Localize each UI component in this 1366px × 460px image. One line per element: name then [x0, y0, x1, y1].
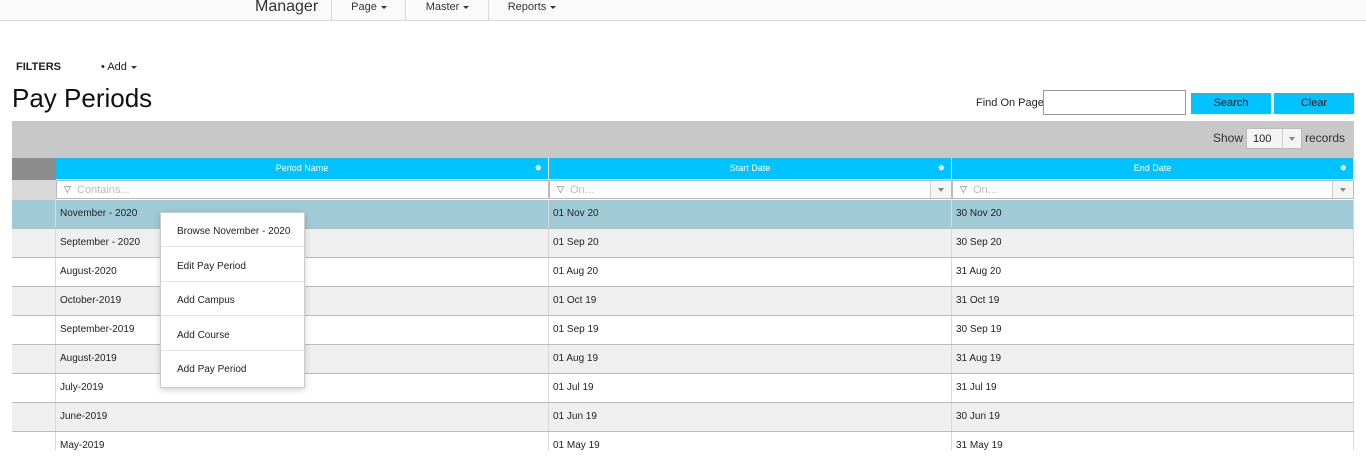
context-menu-item-edit-pay-period[interactable]: Edit Pay Period	[161, 248, 304, 282]
row-context-menu: Browse November - 2020 Edit Pay Period A…	[160, 212, 305, 388]
cell-end-date: 30 Sep 19	[952, 316, 1354, 344]
filter-dropdown-button[interactable]	[930, 181, 951, 198]
cell-end-date: 31 Aug 20	[952, 258, 1354, 286]
grid-toolbar	[12, 121, 1354, 158]
row-gutter[interactable]	[12, 316, 56, 344]
add-filter-label: Add	[107, 61, 127, 73]
page-size-select[interactable]: 100	[1246, 128, 1302, 149]
filter-input-period-name[interactable]: ▽ Contains...	[56, 180, 549, 199]
filter-placeholder: On...	[570, 184, 594, 196]
bullet-icon: •	[101, 61, 105, 73]
nav-menu-reports[interactable]: Reports	[488, 0, 575, 20]
context-menu-item-add-course[interactable]: Add Course	[161, 317, 304, 351]
row-gutter[interactable]	[12, 432, 56, 450]
find-on-page-label: Find On Page	[976, 97, 1044, 109]
row-gutter[interactable]	[12, 287, 56, 315]
column-header-label: Start Date	[729, 163, 771, 173]
caret-down-icon	[463, 5, 470, 9]
filter-icon: ▽	[960, 184, 967, 194]
cell-start-date: 01 Aug 19	[549, 345, 952, 373]
context-menu-item-label: Edit Pay Period	[177, 261, 246, 272]
filter-input-start-date[interactable]: ▽ On...	[549, 180, 952, 199]
context-menu-item-label: Add Campus	[177, 295, 235, 306]
chevron-down-icon	[938, 188, 944, 192]
cell-start-date: 01 Nov 20	[549, 200, 952, 228]
chevron-down-icon	[1289, 137, 1295, 141]
search-button[interactable]: Search	[1191, 93, 1271, 114]
filter-placeholder: Contains...	[77, 184, 130, 196]
row-gutter[interactable]	[12, 200, 56, 228]
nav-menu-master[interactable]: Master	[405, 0, 489, 20]
find-on-page-input[interactable]	[1043, 90, 1186, 115]
cell-period-name: June-2019	[56, 403, 549, 431]
cell-end-date: 30 Nov 20	[952, 200, 1354, 228]
gear-icon[interactable]: ✸	[534, 158, 542, 179]
cell-start-date: 01 Sep 19	[549, 316, 952, 344]
cell-start-date: 01 May 19	[549, 432, 952, 451]
cell-start-date: 01 Jun 19	[549, 403, 952, 431]
cell-start-date: 01 Sep 20	[549, 229, 952, 257]
filter-input-end-date[interactable]: ▽ On...	[952, 180, 1354, 199]
context-menu-item-add-campus[interactable]: Add Campus	[161, 282, 304, 316]
row-gutter[interactable]	[12, 374, 56, 402]
add-filter-menu[interactable]: • Add	[101, 61, 137, 73]
nav-menu-page[interactable]: Page	[331, 0, 406, 20]
app-title: Manager	[255, 0, 319, 15]
page-size-dropdown-button[interactable]	[1282, 129, 1301, 148]
row-gutter[interactable]	[12, 258, 56, 286]
gear-icon[interactable]: ✸	[937, 158, 945, 179]
row-gutter[interactable]	[12, 345, 56, 373]
cell-period-name: May-2019	[56, 432, 549, 451]
cell-start-date: 01 Aug 20	[549, 258, 952, 286]
nav-menu-page-label: Page	[351, 1, 377, 13]
context-menu-item-add-pay-period[interactable]: Add Pay Period	[161, 351, 304, 385]
page-title: Pay Periods	[12, 83, 153, 113]
context-menu-item-browse[interactable]: Browse November - 2020	[161, 213, 304, 247]
filter-placeholder: On...	[973, 184, 997, 196]
header-corner	[12, 158, 56, 180]
table-row[interactable]: May-2019 01 May 19 31 May 19	[12, 432, 1354, 451]
filter-row-corner	[12, 180, 56, 200]
cell-end-date: 31 May 19	[952, 432, 1354, 451]
cell-end-date: 31 Jul 19	[952, 374, 1354, 402]
column-header-period-name[interactable]: Period Name ✸	[56, 158, 549, 179]
context-menu-item-label: Browse November - 2020	[177, 226, 291, 237]
page-size-value: 100	[1253, 133, 1272, 145]
context-menu-item-label: Add Pay Period	[177, 364, 247, 375]
cell-end-date: 31 Oct 19	[952, 287, 1354, 315]
clear-button[interactable]: Clear	[1274, 93, 1354, 114]
row-gutter[interactable]	[12, 229, 56, 257]
row-gutter[interactable]	[12, 403, 56, 431]
column-header-label: Period Name	[275, 163, 329, 173]
column-header-label: End Date	[1133, 163, 1172, 173]
cell-start-date: 01 Oct 19	[549, 287, 952, 315]
gear-icon[interactable]: ✸	[1339, 158, 1347, 179]
table-row[interactable]: June-2019 01 Jun 19 30 Jun 19	[12, 403, 1354, 432]
caret-down-icon	[550, 5, 557, 9]
chevron-down-icon	[1340, 188, 1346, 192]
cell-end-date: 31 Aug 19	[952, 345, 1354, 373]
top-nav-bar: Manager Page Master Reports	[0, 0, 1366, 21]
nav-menu-master-label: Master	[425, 1, 460, 13]
filter-icon: ▽	[64, 184, 71, 194]
column-header-start-date[interactable]: Start Date ✸	[549, 158, 952, 179]
context-menu-item-label: Add Course	[177, 330, 230, 341]
records-label: records	[1305, 131, 1346, 145]
filters-label: FILTERS	[16, 61, 62, 73]
caret-down-icon	[380, 5, 387, 9]
nav-menu-reports-label: Reports	[507, 1, 547, 13]
filter-dropdown-button[interactable]	[1332, 181, 1353, 198]
filter-icon: ▽	[557, 184, 564, 194]
show-label: Show	[1213, 131, 1244, 145]
cell-end-date: 30 Jun 19	[952, 403, 1354, 431]
column-header-end-date[interactable]: End Date ✸	[952, 158, 1354, 179]
caret-down-icon	[130, 65, 137, 69]
cell-end-date: 30 Sep 20	[952, 229, 1354, 257]
cell-start-date: 01 Jul 19	[549, 374, 952, 402]
